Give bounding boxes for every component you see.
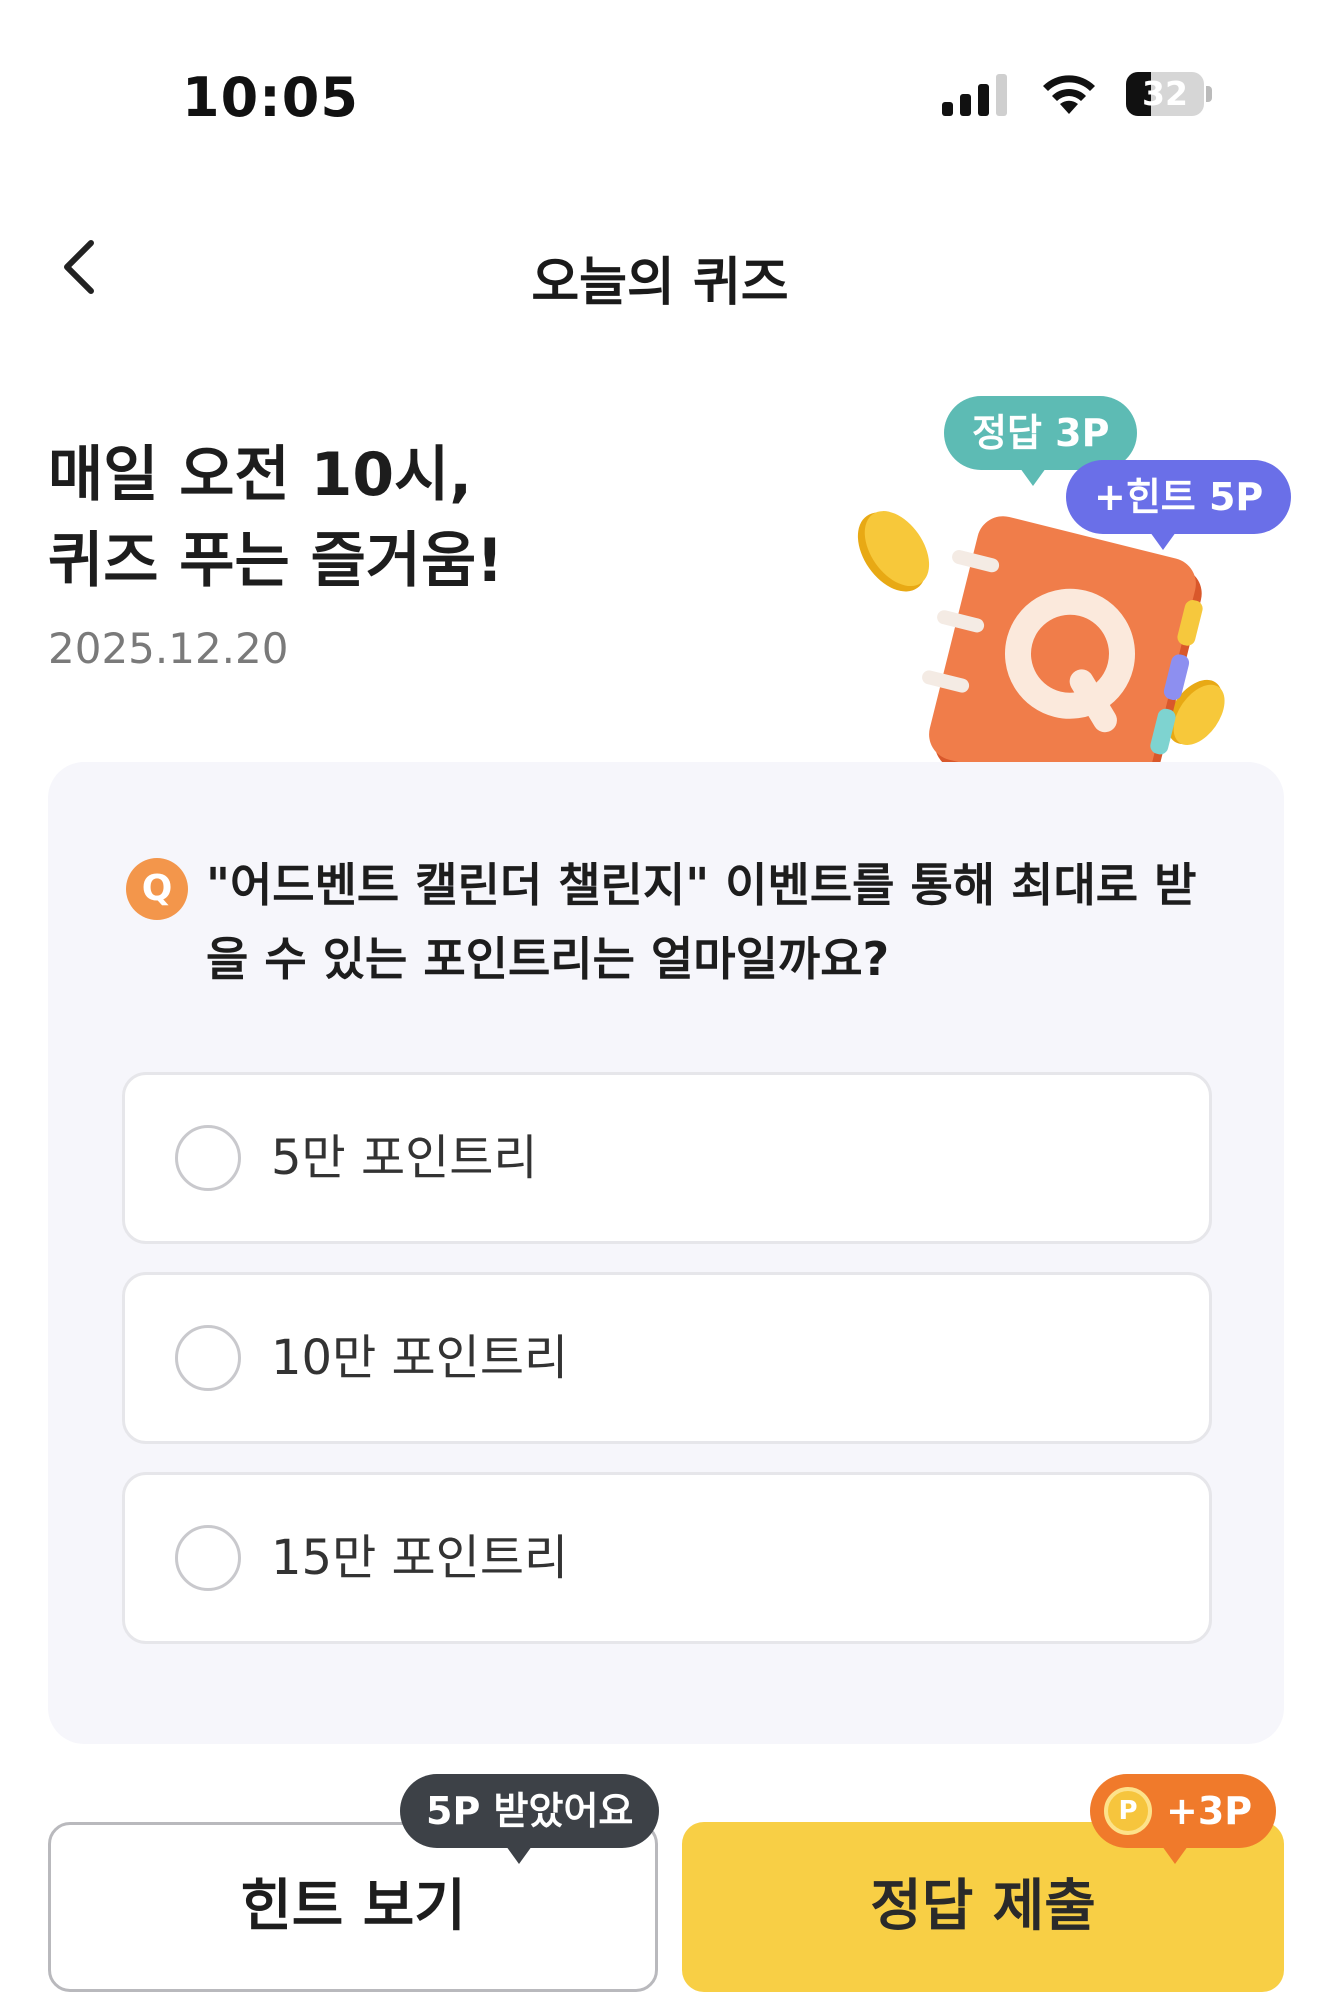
hero-title-line-1: 매일 오전 10시, xyxy=(48,440,473,510)
quiz-date: 2025.12.20 xyxy=(48,624,289,673)
radio-button[interactable] xyxy=(175,1525,241,1591)
page-title: 오늘의 퀴즈 xyxy=(531,253,789,313)
question-text: "어드벤트 캘린더 챌린지" 이벤트를 통해 최대로 받을 수 있는 포인트리는… xyxy=(206,858,1197,986)
radio-button[interactable] xyxy=(175,1125,241,1191)
coin-left-icon xyxy=(857,511,930,592)
hero-title-line-2: 퀴즈 푸는 즐거움! xyxy=(48,526,504,596)
radio-button[interactable] xyxy=(175,1325,241,1391)
answer-points-bubble: 정답 3P xyxy=(944,396,1138,486)
cellular-signal-icon xyxy=(942,74,1007,116)
hint-points-bubble: +힌트 5P xyxy=(1066,460,1292,550)
quiz-card: Q "어드벤트 캘린더 챌린지" 이벤트를 통해 최대로 받을 수 있는 포인트… xyxy=(48,762,1284,1744)
answer-option-label: 5만 포인트리 xyxy=(271,1130,538,1186)
question-badge-icon: Q xyxy=(126,858,188,920)
reward-badge: P +3P xyxy=(1090,1774,1277,1864)
answer-option-3[interactable]: 15만 포인트리 xyxy=(122,1472,1212,1644)
battery-icon: 32 xyxy=(1126,72,1212,116)
reward-text: +3P xyxy=(1166,1789,1253,1833)
coin-icon: P xyxy=(1104,1787,1152,1835)
quiz-illustration: 정답 3P +힌트 5P xyxy=(850,392,1292,822)
hero-title: 매일 오전 10시, 퀴즈 푸는 즐거움! xyxy=(48,432,504,604)
answer-option-label: 10만 포인트리 xyxy=(271,1330,569,1386)
status-icons: 32 xyxy=(942,72,1212,116)
status-time: 10:05 xyxy=(182,66,359,129)
answer-option-2[interactable]: 10만 포인트리 xyxy=(122,1272,1212,1444)
battery-percentage: 32 xyxy=(1142,74,1188,113)
answer-option-1[interactable]: 5만 포인트리 xyxy=(122,1072,1212,1244)
answer-option-label: 15만 포인트리 xyxy=(271,1530,569,1586)
hint-received-tooltip: 5P 받았어요 xyxy=(400,1774,660,1864)
wifi-icon xyxy=(1043,75,1095,114)
